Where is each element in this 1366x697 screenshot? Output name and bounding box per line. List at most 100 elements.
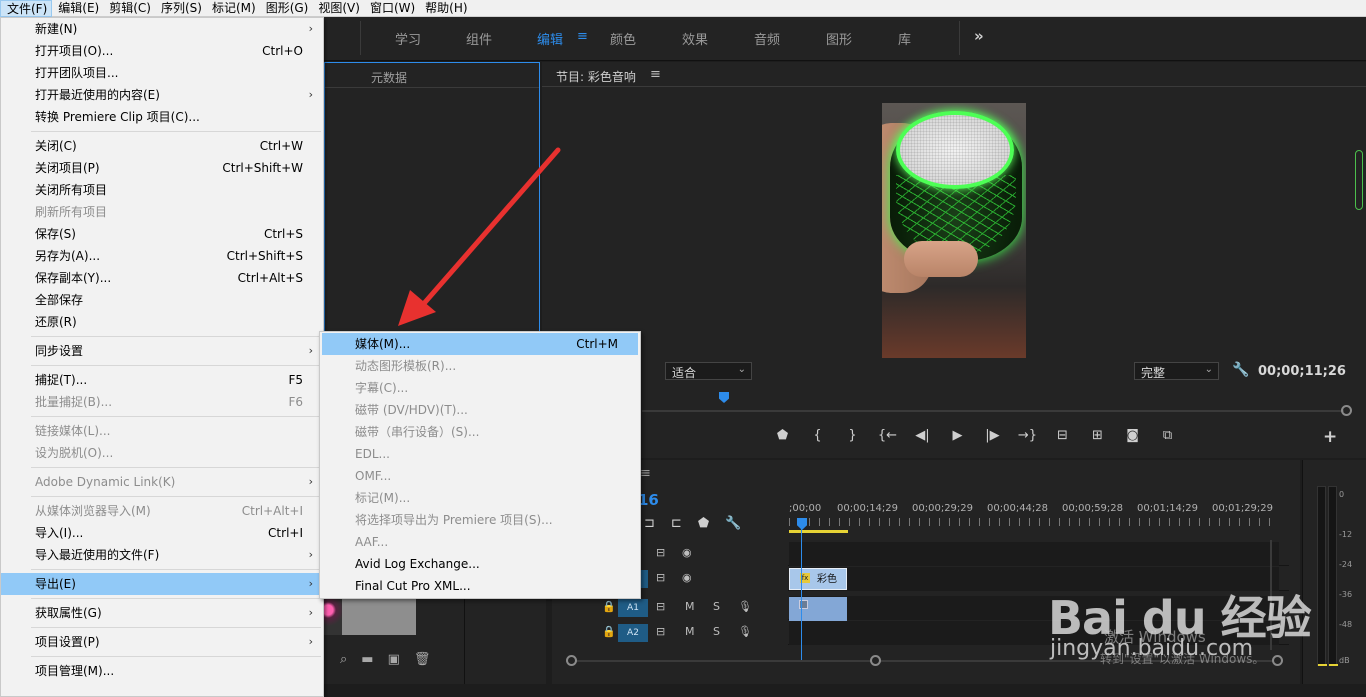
menu-6[interactable]: 视图(V) xyxy=(312,0,364,17)
tab-metadata[interactable]: 元数据 xyxy=(371,69,407,86)
microphone-icon[interactable]: 🎙 xyxy=(738,625,752,638)
lift-icon[interactable]: ⊟ xyxy=(1045,428,1080,443)
file-menu-item[interactable]: 导入最近使用的文件(F) › xyxy=(1,544,323,566)
eye-icon[interactable]: ◉ xyxy=(682,571,692,584)
menu-7[interactable]: 窗口(W) xyxy=(364,0,419,17)
workspace-tab-5[interactable]: 音频 xyxy=(754,29,780,48)
file-menu-item[interactable]: 捕捉(T)... F5 xyxy=(1,369,323,391)
menu-8[interactable]: 帮助(H) xyxy=(419,0,471,17)
sync-lock-icon[interactable]: ⊟ xyxy=(656,625,665,638)
extract-icon[interactable]: ⊞ xyxy=(1080,428,1115,443)
file-menu-item[interactable]: 转换 Premiere Clip 项目(C)... xyxy=(1,106,323,128)
file-menu-item[interactable]: 保存(S) Ctrl+S xyxy=(1,223,323,245)
play-icon[interactable]: ▶ xyxy=(940,428,975,443)
folder-icon[interactable]: ▬ xyxy=(361,652,373,667)
sync-lock-icon[interactable]: ⊟ xyxy=(656,600,665,613)
menu-4[interactable]: 标记(M) xyxy=(206,0,260,17)
program-title[interactable]: 节目: 彩色音响 xyxy=(556,68,636,85)
menu-0[interactable]: 文件(F) xyxy=(0,0,53,17)
file-menu-item[interactable]: 新建(N) › xyxy=(1,18,323,40)
menu-2[interactable]: 剪辑(C) xyxy=(103,0,155,17)
timeline-playhead[interactable] xyxy=(797,518,807,530)
file-menu-item[interactable]: 关闭所有项目 xyxy=(1,179,323,201)
audio-clip[interactable] xyxy=(789,597,847,621)
workspace-tab-7[interactable]: 库 xyxy=(898,29,911,48)
export-menu-item[interactable]: Avid Log Exchange... xyxy=(322,553,638,575)
file-menu-item[interactable]: 关闭(C) Ctrl+W xyxy=(1,135,323,157)
sync-lock-icon[interactable]: ⊟ xyxy=(656,546,665,559)
file-menu-item[interactable]: 获取属性(G) › xyxy=(1,602,323,624)
scroll-handle-end[interactable] xyxy=(1272,655,1283,666)
chevron-double-right-icon[interactable]: » xyxy=(974,27,984,45)
file-menu-item[interactable]: 项目设置(P) › xyxy=(1,631,323,653)
track-target[interactable]: A1 xyxy=(618,599,648,617)
fit-dropdown[interactable]: 适合 ⌄ xyxy=(665,362,752,380)
microphone-icon[interactable]: 🎙 xyxy=(738,600,752,613)
add-marker-icon[interactable]: ⬟ xyxy=(698,516,709,531)
camera-icon[interactable]: ◙ xyxy=(1115,428,1150,443)
file-menu-item[interactable]: 还原(R) xyxy=(1,311,323,333)
linked-selection-icon[interactable]: ⊏ xyxy=(671,516,682,531)
workspace-tab-6[interactable]: 图形 xyxy=(826,29,852,48)
mute-button[interactable]: M xyxy=(685,600,695,613)
file-menu-item[interactable]: 打开团队项目... xyxy=(1,62,323,84)
file-menu-item[interactable]: 同步设置 › xyxy=(1,340,323,362)
file-menu-item[interactable]: 打开项目(O)... Ctrl+O xyxy=(1,40,323,62)
comparison-view-icon[interactable]: ⧉ xyxy=(1150,428,1185,443)
program-timecode[interactable]: 00;00;11;26 xyxy=(1258,364,1346,379)
quality-dropdown[interactable]: 完整 ⌄ xyxy=(1134,362,1219,380)
new-item-icon[interactable]: ▣ xyxy=(388,652,400,667)
sync-lock-icon[interactable]: ⊟ xyxy=(656,571,665,584)
workspace-tab-2[interactable]: 编辑 xyxy=(537,29,563,48)
scroll-handle-right[interactable] xyxy=(870,655,881,666)
mark-out-icon[interactable]: } xyxy=(835,428,870,443)
panel-menu-icon[interactable]: ≡ xyxy=(650,67,661,82)
panel-menu-icon[interactable]: ≡ xyxy=(640,466,651,481)
time-ruler[interactable]: ;00;00 00;00;14;29 00;00;29;29 00;00;44;28 0… xyxy=(789,503,1289,527)
track-lane[interactable] xyxy=(789,596,1279,620)
track-lane[interactable] xyxy=(789,542,1279,566)
mute-button[interactable]: M xyxy=(685,625,695,638)
track-target[interactable]: A2 xyxy=(618,624,648,642)
hamburger-icon[interactable]: ≡ xyxy=(577,29,588,44)
export-menu-item[interactable]: Final Cut Pro XML... xyxy=(322,575,638,597)
vertical-scrollbar[interactable] xyxy=(1355,150,1363,210)
mark-in-icon[interactable]: { xyxy=(800,428,835,443)
eye-icon[interactable]: ◉ xyxy=(682,546,692,559)
menu-3[interactable]: 序列(S) xyxy=(155,0,206,17)
wrench-icon[interactable]: 🔧 xyxy=(725,516,741,531)
track-lane[interactable] xyxy=(789,567,1279,591)
lock-icon[interactable]: 🔒 xyxy=(602,600,616,613)
workspace-tab-3[interactable]: 颜色 xyxy=(610,29,636,48)
workspace-tab-0[interactable]: 学习 xyxy=(395,29,421,48)
solo-button[interactable]: S xyxy=(713,625,720,638)
step-forward-icon[interactable]: |▶ xyxy=(975,428,1010,443)
file-menu-item[interactable]: 保存副本(Y)... Ctrl+Alt+S xyxy=(1,267,323,289)
vertical-scrollbar[interactable] xyxy=(1270,540,1272,650)
video-clip[interactable]: fx 彩色 xyxy=(789,568,847,590)
file-menu-item[interactable]: 全部保存 xyxy=(1,289,323,311)
go-to-out-icon[interactable]: →} xyxy=(1010,428,1045,443)
go-to-in-icon[interactable]: {← xyxy=(870,428,905,443)
workspace-tab-4[interactable]: 效果 xyxy=(682,29,708,48)
file-menu-item[interactable]: 导出(E) › xyxy=(1,573,323,595)
zoom-handle[interactable] xyxy=(1341,405,1352,416)
file-menu-item[interactable]: 导入(I)... Ctrl+I xyxy=(1,522,323,544)
step-back-icon[interactable]: ◀| xyxy=(905,428,940,443)
timeline-timecode[interactable]: 16 xyxy=(638,491,659,509)
playhead[interactable] xyxy=(719,392,729,403)
trash-icon[interactable]: 🗑 xyxy=(414,652,431,667)
search-icon[interactable]: ⌕ xyxy=(340,652,347,667)
work-area-bar[interactable] xyxy=(789,530,848,533)
project-item-thumbnail[interactable] xyxy=(324,598,416,635)
file-menu-item[interactable]: 关闭项目(P) Ctrl+Shift+W xyxy=(1,157,323,179)
lock-icon[interactable]: 🔒 xyxy=(602,625,616,638)
snap-icon[interactable]: ⊐ xyxy=(644,516,655,531)
file-menu-item[interactable]: 项目管理(M)... xyxy=(1,660,323,682)
button-editor-icon[interactable]: + xyxy=(1323,427,1337,447)
file-menu-item[interactable]: 另存为(A)... Ctrl+Shift+S xyxy=(1,245,323,267)
workspace-tab-1[interactable]: 组件 xyxy=(466,29,492,48)
file-menu-item[interactable]: 打开最近使用的内容(E) › xyxy=(1,84,323,106)
program-scrubber[interactable] xyxy=(642,410,1344,412)
menu-5[interactable]: 图形(G) xyxy=(260,0,313,17)
